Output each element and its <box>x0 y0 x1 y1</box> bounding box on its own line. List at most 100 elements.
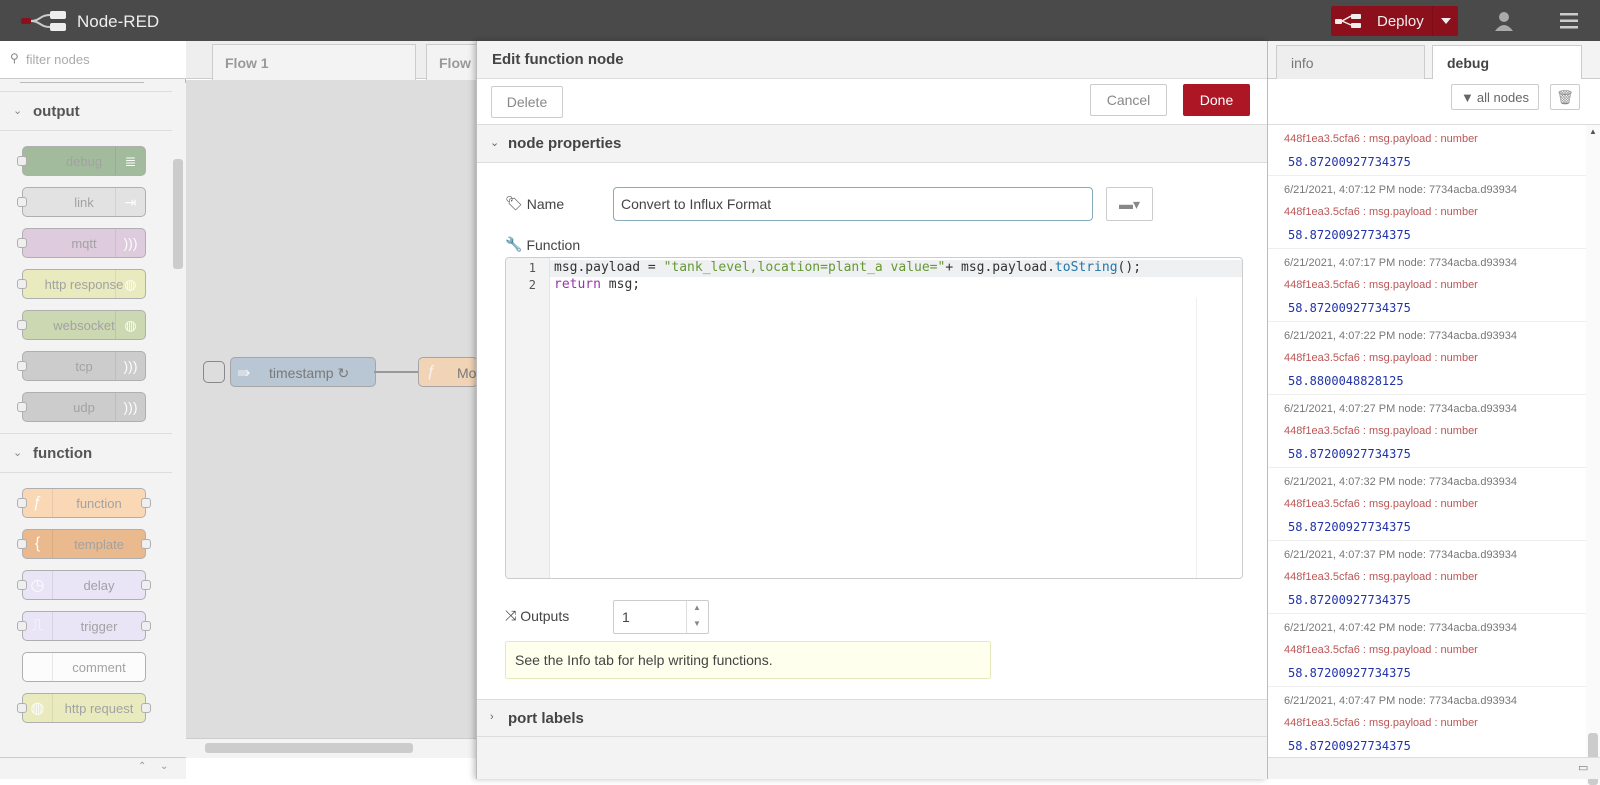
bridge-icon: ))) <box>115 393 145 421</box>
section-node-properties[interactable]: ⌄ node properties <box>477 125 1268 163</box>
search-icon: ⚲ <box>10 51 19 65</box>
debug-message[interactable]: 448f1ea3.5cfa6 : msg.payload : number 58… <box>1268 125 1586 176</box>
globe-icon: ◍ <box>23 694 53 722</box>
debug-message[interactable]: 6/21/2021, 4:07:32 PM node: 7734acba.d93… <box>1268 468 1586 541</box>
line-number: 1 <box>528 261 536 275</box>
tab-debug[interactable]: debug <box>1432 45 1582 79</box>
flow-canvas[interactable] <box>186 80 476 738</box>
palette-node-debug[interactable]: debug ≣ <box>17 146 146 176</box>
node-palette: ⚲ filter nodes ⌄ output debug ≣ link ⇥ m… <box>0 41 186 779</box>
msg-path: 448f1ea3.5cfa6 : msg.payload : number <box>1284 571 1478 583</box>
inject-button[interactable] <box>203 361 225 383</box>
palette-footer: ⌃ ⌄ <box>0 757 186 779</box>
category-function[interactable]: ⌄ function <box>0 433 172 473</box>
msg-path: 448f1ea3.5cfa6 : msg.payload : number <box>1284 717 1478 729</box>
sidebar: info debug ▼ all nodes 🗑 448f1ea3.5cfa6 … <box>1267 41 1600 785</box>
editor-gutter <box>506 258 550 578</box>
help-tip: See the Info tab for help writing functi… <box>505 641 991 679</box>
tray-header: Edit function node <box>477 41 1268 79</box>
deploy-dropdown-icon[interactable] <box>1432 6 1458 36</box>
msg-path: 448f1ea3.5cfa6 : msg.payload : number <box>1284 425 1478 437</box>
deploy-button[interactable]: Deploy <box>1331 6 1458 36</box>
palette-node-tcp[interactable]: tcp ))) <box>17 351 146 381</box>
filter-nodes-button[interactable]: ▼ all nodes <box>1451 84 1539 110</box>
palette-node-template[interactable]: { template <box>17 529 151 559</box>
delete-button[interactable]: Delete <box>491 86 563 118</box>
name-label-text: Name <box>526 195 565 212</box>
done-button[interactable]: Done <box>1183 84 1250 116</box>
palette-node-http-response[interactable]: http response ◍ <box>17 269 146 299</box>
palette-node-websocket[interactable]: websocket ◍ <box>17 310 146 340</box>
debug-message[interactable]: 6/21/2021, 4:07:22 PM node: 7734acba.d93… <box>1268 322 1586 395</box>
section-title: node properties <box>508 135 622 152</box>
function-label: 🔧 Function <box>505 236 580 253</box>
sidebar-tabs: info debug <box>1268 41 1600 79</box>
filter-label: all nodes <box>1476 89 1529 105</box>
palette-node-comment[interactable]: comment <box>22 652 146 682</box>
palette-node-link[interactable]: link ⇥ <box>17 187 146 217</box>
msg-value: 58.87200927734375 <box>1288 301 1411 315</box>
hamburger-menu-icon[interactable] <box>1550 10 1588 32</box>
expand-all-icon[interactable]: ⌄ <box>160 761 168 772</box>
function-icon: ƒ <box>23 489 53 517</box>
canvas-node-function[interactable]: ƒ Mo <box>418 357 478 387</box>
clear-debug-button[interactable]: 🗑 <box>1550 84 1580 110</box>
code-line: return msg; <box>554 277 641 292</box>
spinner-up-icon[interactable]: ▲ <box>693 603 701 612</box>
palette-node-function[interactable]: ƒ function <box>17 488 151 518</box>
debug-scrollbar[interactable]: ▲ <box>1586 125 1600 785</box>
spinner-arrows[interactable]: ▲ ▼ <box>686 601 708 633</box>
spinner-down-icon[interactable]: ▼ <box>693 619 701 628</box>
library-button[interactable]: ▬▾ <box>1106 187 1153 221</box>
palette-scroll-thumb[interactable] <box>173 159 183 269</box>
palette-node-http-request[interactable]: ◍ http request <box>17 693 151 723</box>
debug-message[interactable]: 6/21/2021, 4:07:17 PM node: 7734acba.d93… <box>1268 249 1586 322</box>
header-bar: Node-RED Deploy <box>0 0 1600 41</box>
debug-message[interactable]: 6/21/2021, 4:07:12 PM node: 7734acba.d93… <box>1268 176 1586 249</box>
output-port <box>141 621 151 631</box>
edit-tray: Edit function node Delete Cancel Done ⌄ … <box>476 41 1268 779</box>
node-label: template <box>74 536 124 552</box>
category-label: output <box>33 103 80 120</box>
canvas-node-timestamp[interactable]: ⇛ timestamp ↻ <box>230 357 376 387</box>
msg-value: 58.87200927734375 <box>1288 228 1411 242</box>
workspace-tabs: Flow 1 Flow <box>186 41 506 80</box>
link-out-icon: ⇥ <box>115 188 145 216</box>
msg-path: 448f1ea3.5cfa6 : msg.payload : number <box>1284 133 1478 145</box>
name-input[interactable]: Convert to Influx Format <box>613 187 1093 221</box>
palette-node-trigger[interactable]: ⎍ trigger <box>17 611 151 641</box>
msg-path: 448f1ea3.5cfa6 : msg.payload : number <box>1284 644 1478 656</box>
debug-message[interactable]: 6/21/2021, 4:07:37 PM node: 7734acba.d93… <box>1268 541 1586 614</box>
node-label: trigger <box>80 618 118 634</box>
debug-message[interactable]: 6/21/2021, 4:07:27 PM node: 7734acba.d93… <box>1268 395 1586 468</box>
tab-info[interactable]: info <box>1276 45 1425 79</box>
template-icon: { <box>23 530 53 558</box>
tab-flow-1[interactable]: Flow 1 <box>212 44 416 80</box>
palette-node-mqtt[interactable]: mqtt ))) <box>17 228 146 258</box>
msg-meta: 6/21/2021, 4:07:22 PM node: 7734acba.d93… <box>1284 330 1518 342</box>
sidebar-footer: ▭ <box>1268 757 1600 779</box>
category-output[interactable]: ⌄ output <box>0 91 172 131</box>
cancel-button[interactable]: Cancel <box>1090 84 1167 116</box>
monitor-icon[interactable]: ▭ <box>1578 761 1588 774</box>
node-label: websocket <box>53 317 115 333</box>
debug-message[interactable]: 6/21/2021, 4:07:47 PM node: 7734acba.d93… <box>1268 687 1586 760</box>
code-editor[interactable]: 1 2 msg.payload = "tank_level,location=p… <box>505 257 1243 579</box>
palette-node-udp[interactable]: udp ))) <box>17 392 146 422</box>
palette-node-delay[interactable]: ◷ delay <box>17 570 151 600</box>
tray-toolbar: Delete Cancel Done <box>477 79 1268 125</box>
filter-icon: ▼ <box>1461 89 1474 105</box>
scroll-up-icon[interactable]: ▲ <box>1589 127 1597 136</box>
wire[interactable] <box>374 371 418 373</box>
collapse-all-icon[interactable]: ⌃ <box>138 761 146 772</box>
user-icon[interactable] <box>1484 9 1524 33</box>
debug-message[interactable]: 6/21/2021, 4:07:42 PM node: 7734acba.d93… <box>1268 614 1586 687</box>
msg-value: 58.87200927734375 <box>1288 739 1411 753</box>
section-port-labels[interactable]: › port labels <box>477 699 1268 737</box>
shuffle-icon: ⤨ <box>505 607 517 623</box>
palette-filter-input[interactable]: ⚲ filter nodes <box>0 41 186 79</box>
app-title: Node-RED <box>77 12 160 31</box>
node-label: link <box>74 194 94 210</box>
canvas-hscroll-thumb[interactable] <box>205 743 413 753</box>
msg-meta: 6/21/2021, 4:07:17 PM node: 7734acba.d93… <box>1284 257 1518 269</box>
